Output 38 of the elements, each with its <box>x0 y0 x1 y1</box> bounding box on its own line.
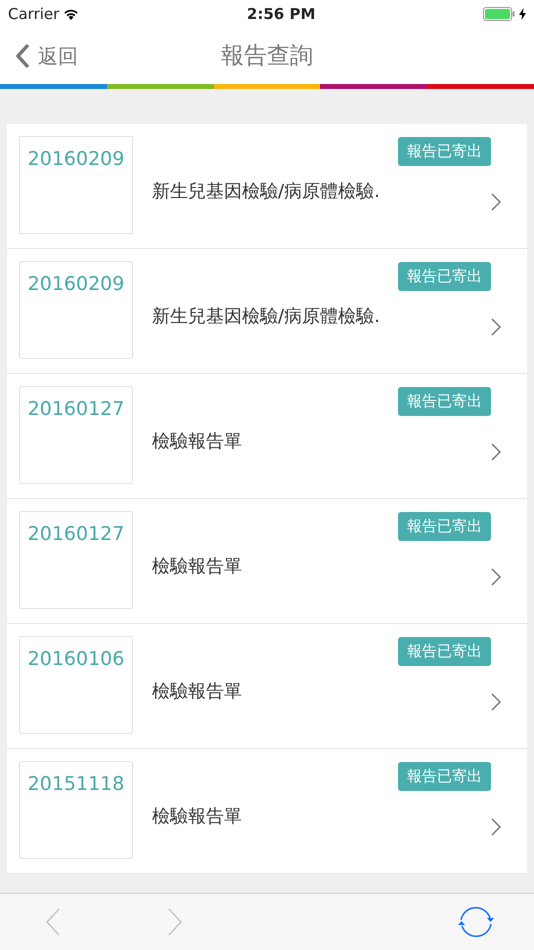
report-title: 檢驗報告單 <box>152 680 242 704</box>
date-label: 20160127 <box>28 398 124 420</box>
page-title: 報告查詢 <box>221 42 313 71</box>
report-row[interactable]: 20160209 報告已寄出 新生兒基因檢驗/病原體檢驗. <box>7 124 527 249</box>
date-label: 20160209 <box>28 273 124 295</box>
status-badge: 報告已寄出 <box>398 262 491 290</box>
report-row[interactable]: 20160127 報告已寄出 檢驗報告單 <box>7 499 527 624</box>
report-title: 新生兒基因檢驗/病原體檢驗. <box>152 180 380 204</box>
date-label: 20160209 <box>28 148 124 170</box>
battery-icon <box>482 7 515 21</box>
chevron-right-icon <box>491 818 501 836</box>
report-row[interactable]: 20151118 報告已寄出 檢驗報告單 <box>7 749 527 874</box>
carrier-label: Carrier <box>8 4 60 25</box>
report-row[interactable]: 20160127 報告已寄出 檢驗報告單 <box>7 374 527 499</box>
report-row[interactable]: 20160209 報告已寄出 新生兒基因檢驗/病原體檢驗. <box>7 249 527 374</box>
date-label: 20151118 <box>28 773 124 795</box>
status-badge: 報告已寄出 <box>398 637 491 666</box>
chevron-right-icon <box>491 693 501 711</box>
status-badge: 報告已寄出 <box>398 512 491 540</box>
status-badge: 報告已寄出 <box>398 387 491 416</box>
wifi-icon <box>63 8 80 20</box>
chevron-right-icon <box>491 568 501 586</box>
report-title: 檢驗報告單 <box>152 804 242 828</box>
date-label: 20160127 <box>28 523 124 545</box>
refresh-button[interactable] <box>458 905 494 939</box>
chevron-right-icon <box>491 318 501 336</box>
back-button[interactable]: 返回 <box>16 41 78 71</box>
time-label: 2:56 PM <box>246 4 316 25</box>
chevron-left-icon <box>16 43 30 69</box>
date-label: 20160106 <box>28 648 124 670</box>
chevron-right-icon <box>491 443 501 461</box>
report-row[interactable]: 20160106 報告已寄出 檢驗報告單 <box>7 624 527 749</box>
chevron-right-icon <box>491 193 501 211</box>
status-badge: 報告已寄出 <box>398 762 491 790</box>
status-badge: 報告已寄出 <box>398 137 491 166</box>
report-title: 檢驗報告單 <box>152 430 242 454</box>
report-title: 新生兒基因檢驗/病原體檢驗. <box>152 304 380 328</box>
report-title: 檢驗報告單 <box>152 554 242 578</box>
